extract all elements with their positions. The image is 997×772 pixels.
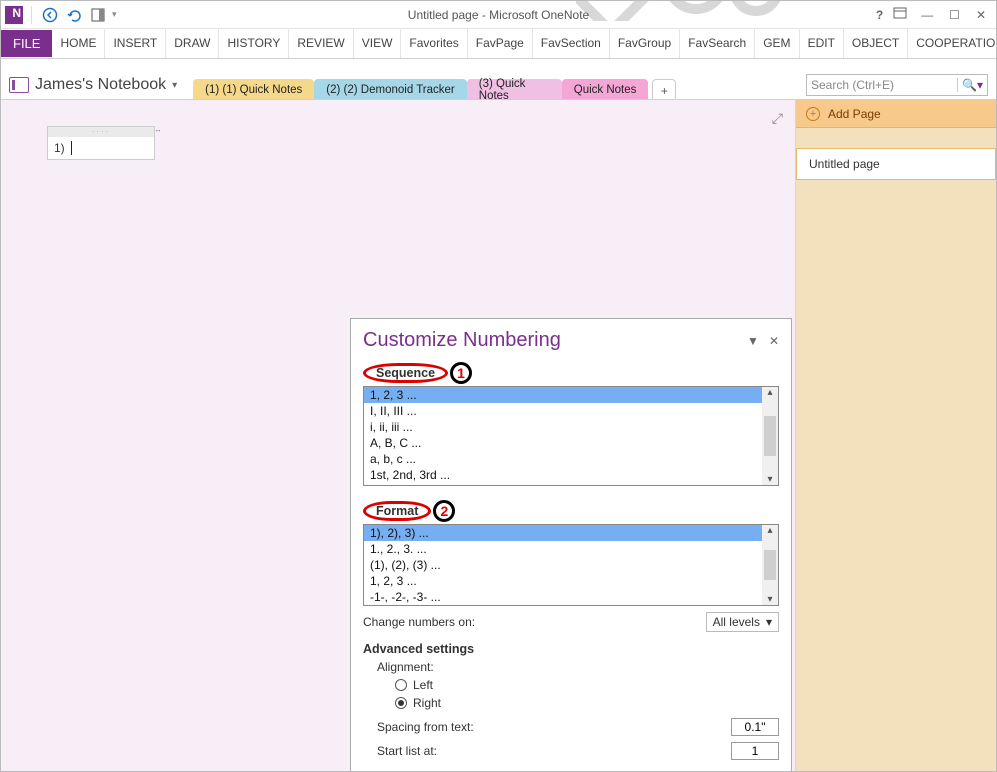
fullpage-icon[interactable]: ⤢ — [772, 110, 783, 127]
format-scrollbar[interactable]: ▴▾ — [762, 525, 778, 605]
ribbon-tab-view[interactable]: VIEW — [354, 29, 402, 58]
page-pane: + Add Page Untitled page — [795, 99, 996, 771]
start-at-input[interactable] — [731, 742, 779, 760]
notebook-caret-icon[interactable]: ▾ — [172, 80, 177, 91]
section-tab-4[interactable]: Quick Notes — [562, 79, 649, 101]
ribbon-tab-favgroup[interactable]: FavGroup — [610, 29, 680, 58]
search-icon[interactable]: 🔍▾ — [957, 78, 983, 92]
chevron-down-icon: ▾ — [766, 615, 772, 629]
alignment-left-radio[interactable] — [395, 679, 407, 691]
alignment-left-label: Left — [413, 678, 433, 692]
title-bar: ▾ Untitled page - Microsoft OneNote ? — … — [1, 1, 996, 29]
alignment-label: Alignment: — [377, 660, 434, 674]
change-numbers-label: Change numbers on: — [363, 615, 475, 629]
advanced-settings-heading: Advanced settings — [351, 632, 791, 658]
ribbon-tab-edit[interactable]: EDIT — [800, 29, 844, 58]
ribbon-tab-home[interactable]: HOME — [52, 29, 105, 58]
qa-caret-icon[interactable]: ▾ — [112, 9, 117, 20]
dock-icon[interactable] — [88, 5, 108, 25]
add-section-button[interactable]: + — [652, 79, 676, 101]
sequence-option[interactable]: One, Two, Three ... — [364, 483, 762, 485]
ribbon-tabs: HOME INSERT DRAW HISTORY REVIEW VIEW Fav… — [52, 29, 997, 58]
help-icon[interactable]: ? — [876, 8, 883, 22]
ribbon-tab-favsection[interactable]: FavSection — [533, 29, 610, 58]
work-area: ⤢ ···· 1) Customize Numbering ▼ ✕ — [1, 99, 996, 771]
annotation-circle-1: 1 — [450, 362, 472, 384]
ribbon-file-tab[interactable]: FILE — [1, 30, 52, 57]
ribbon-tab-draw[interactable]: DRAW — [166, 29, 219, 58]
back-icon[interactable] — [40, 5, 60, 25]
section-tab-3[interactable]: (3) Quick Notes — [467, 79, 562, 101]
panel-close-icon[interactable]: ✕ — [769, 334, 779, 348]
note-body[interactable]: 1) — [48, 137, 154, 159]
ribbon-tab-favorites[interactable]: Favorites — [401, 29, 467, 58]
alignment-right-radio[interactable] — [395, 697, 407, 709]
ribbon-tab-insert[interactable]: INSERT — [105, 29, 166, 58]
close-icon[interactable]: ✕ — [972, 6, 990, 24]
ribbon-tab-favpage[interactable]: FavPage — [468, 29, 533, 58]
format-heading: Format — [363, 501, 431, 521]
section-tabs: (1) (1) Quick Notes (2) (2) Demonoid Tra… — [193, 71, 676, 99]
search-input[interactable]: Search (Ctrl+E) 🔍▾ — [806, 74, 988, 96]
ribbon-tab-review[interactable]: REVIEW — [289, 29, 353, 58]
ribbon-display-icon[interactable] — [893, 7, 907, 22]
note-container[interactable]: ···· 1) — [47, 126, 155, 160]
ribbon: FILE HOME INSERT DRAW HISTORY REVIEW VIE… — [1, 29, 996, 59]
add-page-button[interactable]: + Add Page — [796, 100, 996, 128]
spacing-label: Spacing from text: — [377, 720, 474, 734]
notebook-bar: James's Notebook ▾ (1) (1) Quick Notes (… — [1, 71, 996, 99]
customize-numbering-panel: Customize Numbering ▼ ✕ Sequence 1 1, 2,… — [350, 318, 792, 772]
app-window: ▾ Untitled page - Microsoft OneNote ? — … — [0, 0, 997, 772]
format-option[interactable]: (1), (2), (3) ... — [364, 557, 762, 573]
format-listbox[interactable]: 1), 2), 3) ... 1., 2., 3. ... (1), (2), … — [363, 524, 779, 606]
change-numbers-dropdown[interactable]: All levels ▾ — [706, 612, 779, 632]
minimize-icon[interactable]: — — [917, 6, 937, 24]
change-numbers-value: All levels — [713, 615, 760, 629]
text-cursor — [71, 141, 72, 155]
ribbon-tab-object[interactable]: OBJECT — [844, 29, 908, 58]
notebook-selector[interactable]: James's Notebook — [35, 76, 166, 94]
alignment-right-label: Right — [413, 696, 441, 710]
onenote-logo-icon — [5, 6, 23, 24]
ribbon-tab-history[interactable]: HISTORY — [219, 29, 289, 58]
add-page-label: Add Page — [828, 107, 881, 121]
sequence-option[interactable]: A, B, C ... — [364, 435, 762, 451]
format-option[interactable]: 1, 2, 3 ... — [364, 573, 762, 589]
title-decoration — [576, 0, 816, 21]
page-canvas[interactable]: ⤢ ···· 1) Customize Numbering ▼ ✕ — [1, 99, 795, 771]
notebook-icon — [9, 77, 29, 93]
window-title: Untitled page - Microsoft OneNote — [1, 8, 996, 22]
sequence-option[interactable]: 1, 2, 3 ... — [364, 387, 762, 403]
format-option[interactable]: 1., 2., 3. ... — [364, 541, 762, 557]
format-option[interactable]: 1), 2), 3) ... — [364, 525, 762, 541]
ribbon-tab-cooperation[interactable]: COOPERATION — [908, 29, 997, 58]
sequence-listbox[interactable]: 1, 2, 3 ... I, II, III ... i, ii, iii ..… — [363, 386, 779, 486]
sequence-option[interactable]: 1st, 2nd, 3rd ... — [364, 467, 762, 483]
sequence-option[interactable]: i, ii, iii ... — [364, 419, 762, 435]
format-option[interactable]: -1-, -2-, -3- ... — [364, 589, 762, 605]
section-tab-1[interactable]: (1) (1) Quick Notes — [193, 79, 314, 101]
ribbon-tab-gem[interactable]: GEM — [755, 29, 799, 58]
search-placeholder: Search (Ctrl+E) — [811, 78, 894, 92]
sequence-scrollbar[interactable]: ▴▾ — [762, 387, 778, 485]
annotation-circle-2: 2 — [433, 500, 455, 522]
plus-icon: + — [806, 107, 820, 121]
spacing-input[interactable] — [731, 718, 779, 736]
page-list-item[interactable]: Untitled page — [796, 148, 996, 180]
sequence-option[interactable]: I, II, III ... — [364, 403, 762, 419]
sequence-option[interactable]: a, b, c ... — [364, 451, 762, 467]
list-marker: 1) — [54, 141, 65, 155]
note-drag-handle[interactable]: ···· — [48, 127, 154, 137]
panel-title: Customize Numbering — [363, 329, 561, 352]
start-at-label: Start list at: — [377, 744, 437, 758]
undo-icon[interactable] — [64, 5, 84, 25]
panel-options-icon[interactable]: ▼ — [747, 334, 759, 348]
section-tab-2[interactable]: (2) (2) Demonoid Tracker — [314, 79, 466, 101]
sequence-heading: Sequence — [363, 363, 448, 383]
maximize-icon[interactable]: ☐ — [945, 6, 964, 24]
ribbon-tab-favsearch[interactable]: FavSearch — [680, 29, 755, 58]
